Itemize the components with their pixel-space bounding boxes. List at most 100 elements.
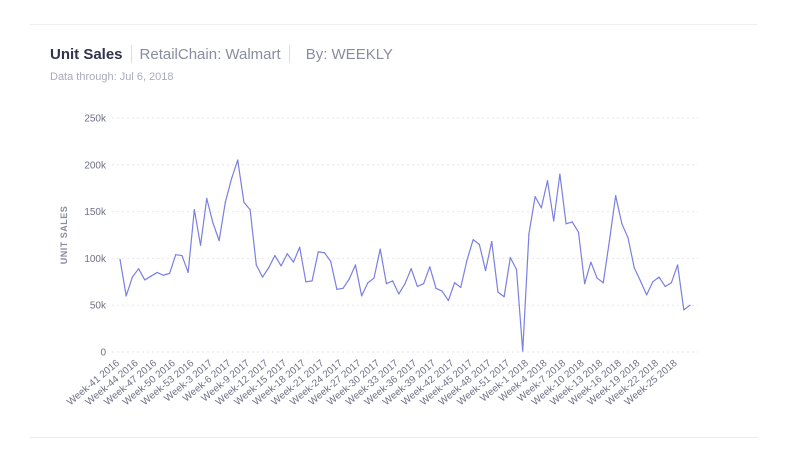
data-point bbox=[590, 261, 592, 263]
data-point bbox=[460, 286, 462, 289]
data-point bbox=[621, 223, 623, 225]
data-point bbox=[615, 195, 617, 197]
data-point bbox=[404, 283, 406, 285]
data-point bbox=[286, 253, 288, 255]
data-point bbox=[429, 266, 431, 268]
data-point bbox=[447, 299, 449, 302]
data-point bbox=[565, 223, 567, 225]
y-tick-label: 100k bbox=[84, 254, 107, 265]
data-point bbox=[546, 180, 549, 182]
data-point bbox=[627, 237, 629, 239]
series-line-unit-sales[interactable] bbox=[119, 159, 691, 352]
data-point bbox=[515, 269, 518, 271]
y-tick-label: 250k bbox=[84, 114, 107, 125]
y-tick-label: 150k bbox=[84, 207, 107, 218]
data-point bbox=[175, 254, 177, 256]
data-point bbox=[323, 252, 326, 254]
data-point bbox=[168, 272, 171, 274]
data-point bbox=[373, 277, 375, 279]
data-point bbox=[224, 201, 226, 203]
data-point bbox=[187, 271, 189, 274]
data-point bbox=[150, 275, 152, 277]
data-point bbox=[137, 268, 140, 270]
x-axis-ticks: Week-41 2016Week-44 2016Week-47 2016Week… bbox=[65, 358, 680, 408]
data-point bbox=[119, 258, 121, 260]
data-point bbox=[305, 281, 307, 283]
data-point bbox=[348, 278, 350, 280]
data-point bbox=[268, 267, 270, 269]
data-point bbox=[509, 256, 511, 259]
data-point bbox=[422, 283, 425, 285]
chart-title: Unit Sales bbox=[50, 45, 123, 63]
data-point bbox=[330, 260, 332, 262]
header-divider bbox=[130, 45, 132, 63]
data-point bbox=[559, 173, 561, 175]
data-point bbox=[199, 244, 202, 246]
data-point bbox=[299, 246, 301, 248]
data-point bbox=[658, 276, 660, 278]
data-point bbox=[131, 276, 133, 278]
data-point bbox=[162, 274, 164, 276]
data-point bbox=[652, 281, 654, 283]
data-point bbox=[398, 293, 400, 295]
data-point bbox=[534, 196, 536, 198]
data-point bbox=[553, 220, 555, 222]
data-through-note: Data through: Jul 6, 2018 bbox=[50, 71, 174, 83]
data-point bbox=[466, 259, 468, 261]
data-point bbox=[342, 287, 344, 289]
data-point bbox=[497, 291, 499, 293]
data-point bbox=[230, 178, 233, 180]
series-layer bbox=[119, 159, 691, 352]
data-point bbox=[212, 222, 214, 224]
data-point bbox=[218, 240, 220, 242]
header-divider bbox=[288, 45, 290, 63]
data-point bbox=[410, 268, 412, 270]
data-point bbox=[602, 282, 604, 284]
data-point bbox=[528, 233, 530, 235]
data-point bbox=[274, 254, 276, 257]
data-point bbox=[416, 285, 418, 288]
filter-retail-chain[interactable]: RetailChain: Walmart bbox=[140, 46, 281, 63]
data-point bbox=[243, 201, 245, 203]
data-point bbox=[237, 159, 239, 161]
data-point bbox=[441, 290, 443, 292]
data-point bbox=[639, 280, 642, 282]
data-point bbox=[633, 267, 635, 269]
chart-card: 0 50k 100k 150k 200k 250k Week-41 2016 Week-44… bbox=[30, 24, 758, 438]
data-point bbox=[491, 240, 493, 243]
data-point bbox=[596, 277, 598, 279]
data-point bbox=[125, 295, 127, 297]
data-point bbox=[584, 283, 586, 285]
chart-header: Unit Sales RetailChain: Walmart By: WEEK… bbox=[50, 45, 393, 63]
data-point bbox=[249, 209, 251, 211]
data-point bbox=[193, 209, 195, 211]
data-point bbox=[670, 282, 673, 284]
data-point bbox=[206, 197, 208, 200]
data-point bbox=[280, 265, 282, 267]
data-point bbox=[453, 282, 456, 284]
data-point bbox=[683, 309, 685, 311]
y-tick-label: 200k bbox=[84, 160, 107, 171]
data-point bbox=[385, 283, 388, 285]
data-point bbox=[336, 288, 338, 290]
data-point bbox=[392, 280, 394, 282]
data-point bbox=[677, 264, 679, 266]
data-point bbox=[577, 231, 580, 233]
data-point bbox=[664, 285, 666, 288]
data-point bbox=[144, 279, 146, 281]
data-point bbox=[261, 276, 264, 278]
data-point bbox=[472, 239, 474, 241]
data-point bbox=[361, 295, 363, 297]
data-point bbox=[181, 254, 183, 257]
data-point bbox=[571, 221, 573, 223]
y-tick-label: 50k bbox=[90, 301, 107, 312]
unit-sales-chart: 0 50k 100k 150k 200k 250k Week-41 2016Week-44… bbox=[59, 114, 698, 408]
data-point bbox=[478, 243, 480, 245]
data-point bbox=[379, 248, 381, 250]
group-by-selector[interactable]: By: WEEKLY bbox=[306, 46, 393, 63]
data-point bbox=[646, 294, 648, 296]
data-point bbox=[540, 207, 542, 209]
data-point bbox=[367, 282, 369, 284]
data-point bbox=[255, 264, 257, 266]
data-point bbox=[484, 269, 487, 272]
